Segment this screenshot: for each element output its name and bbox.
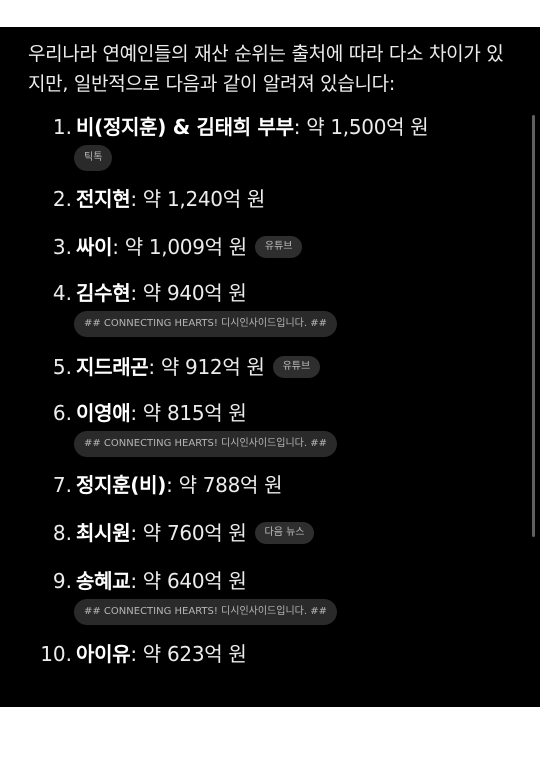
item-number: 5. xyxy=(52,355,72,379)
item-value: : 약 1,240억 원 xyxy=(130,187,265,211)
item-name: 김수현 xyxy=(76,281,131,305)
item-line: 아이유: 약 623억 원 xyxy=(76,640,247,668)
item-number: 2. xyxy=(52,187,72,211)
item-value: : 약 760억 원 xyxy=(130,521,247,545)
assistant-message: 우리나라 연예인들의 재산 순위는 출처에 따라 다소 차이가 있지만, 일반적… xyxy=(28,39,510,666)
scrollbar[interactable] xyxy=(532,115,535,537)
item-value: : 약 940억 원 xyxy=(130,281,247,305)
item-line: 싸이: 약 1,009억 원 유튜브 xyxy=(76,233,303,261)
item-name: 전지현 xyxy=(76,187,131,211)
source-badge[interactable]: ## CONNECTING HEARTS! 디시인사이드입니다. ## xyxy=(74,311,337,337)
item-number: 4. xyxy=(52,281,72,305)
item-number: 3. xyxy=(52,235,72,259)
item-name: 비(정지훈) & 김태희 부부 xyxy=(76,115,294,139)
item-value: : 약 623억 원 xyxy=(130,642,247,666)
item-number: 1. xyxy=(52,115,72,139)
item-number: 6. xyxy=(52,401,72,425)
item-value: : 약 815억 원 xyxy=(130,401,247,425)
source-badge[interactable]: 다음 뉴스 xyxy=(254,521,315,544)
item-line: 전지현: 약 1,240억 원 xyxy=(76,185,265,213)
item-line: 지드래곤: 약 912억 원 유튜브 xyxy=(76,353,321,381)
item-number: 10. xyxy=(40,642,72,666)
item-number: 9. xyxy=(52,569,72,593)
item-name: 지드래곤 xyxy=(76,355,149,379)
item-value: : 약 1,009억 원 xyxy=(112,235,247,259)
item-line: 최시원: 약 760억 원 다음 뉴스 xyxy=(76,519,315,547)
item-name: 아이유 xyxy=(76,642,131,666)
chat-screen: 우리나라 연예인들의 재산 순위는 출처에 따라 다소 차이가 있지만, 일반적… xyxy=(0,27,540,707)
source-badge[interactable]: 유튜브 xyxy=(254,235,303,258)
item-line: 송혜교: 약 640억 원 xyxy=(76,567,247,595)
source-badge[interactable]: ## CONNECTING HEARTS! 디시인사이드입니다. ## xyxy=(74,599,337,625)
source-badge[interactable]: 유튜브 xyxy=(272,355,321,378)
item-line: 김수현: 약 940억 원 xyxy=(76,279,247,307)
item-value: : 약 640억 원 xyxy=(130,569,247,593)
item-number: 7. xyxy=(52,473,72,497)
source-badge[interactable]: 틱톡 xyxy=(74,145,113,171)
item-name: 이영애 xyxy=(76,401,131,425)
item-name: 정지훈(비) xyxy=(76,473,167,497)
item-number: 8. xyxy=(52,521,72,545)
item-name: 송혜교 xyxy=(76,569,131,593)
item-line: 정지훈(비): 약 788억 원 xyxy=(76,471,283,499)
item-name: 싸이 xyxy=(76,235,113,259)
source-badge[interactable]: ## CONNECTING HEARTS! 디시인사이드입니다. ## xyxy=(74,431,337,457)
item-value: : 약 1,500억 원 xyxy=(293,115,429,139)
item-line: 비(정지훈) & 김태희 부부: 약 1,500억 원 xyxy=(76,113,429,141)
item-value: : 약 788억 원 xyxy=(166,473,283,497)
item-value: : 약 912억 원 xyxy=(148,355,265,379)
item-name: 최시원 xyxy=(76,521,131,545)
intro-text: 우리나라 연예인들의 재산 순위는 출처에 따라 다소 차이가 있지만, 일반적… xyxy=(28,43,504,95)
item-line: 이영애: 약 815억 원 xyxy=(76,399,247,427)
